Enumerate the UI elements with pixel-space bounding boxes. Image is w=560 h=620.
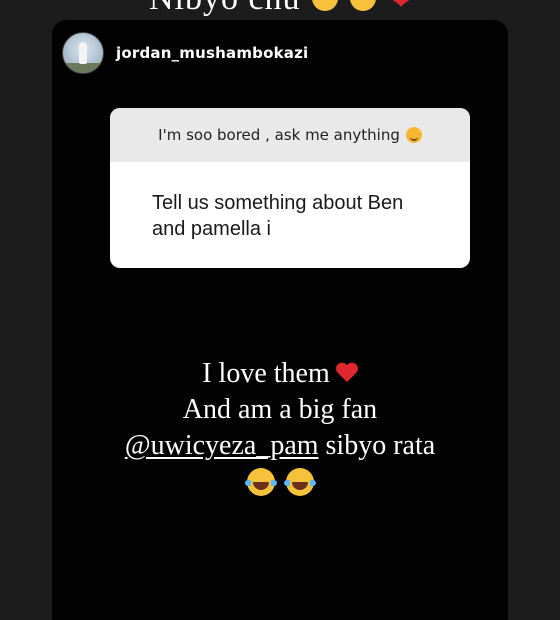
reply-line-1: I love them: [202, 358, 330, 389]
story-header: jordan_mushambokazi: [62, 32, 308, 74]
red-heart-icon: [336, 363, 358, 383]
question-prompt: I'm soo bored , ask me anything: [110, 108, 470, 162]
avatar[interactable]: [62, 32, 104, 74]
red-heart-icon: ❤: [391, 0, 413, 15]
tears-of-joy-icon: [283, 468, 316, 496]
laughing-face-icon: [312, 0, 339, 11]
question-text: Tell us something about Ben and pamella …: [152, 192, 404, 240]
reply-line-3-rest: sibyo rata: [318, 430, 436, 461]
mention-link[interactable]: @uwicyeza_pam: [125, 430, 319, 461]
upside-down-face-icon: [405, 127, 422, 143]
question-prompt-text: I'm soo bored , ask me anything: [158, 126, 400, 144]
tears-of-joy-icon: [244, 468, 277, 496]
reply-line-2: And am a big fan: [182, 394, 378, 425]
username[interactable]: jordan_mushambokazi: [116, 44, 308, 62]
laughing-face-icon: [349, 0, 376, 11]
question-sticker[interactable]: I'm soo bored , ask me anything Tell us …: [110, 108, 470, 268]
top-caption-text: Nibyo chu: [149, 0, 301, 17]
top-caption: Nibyo chu ❤: [0, 0, 560, 18]
story-frame: jordan_mushambokazi I'm soo bored , ask …: [52, 20, 508, 620]
reply-text-block: I love them And am a big fan @uwicyeza_p…: [52, 356, 508, 506]
